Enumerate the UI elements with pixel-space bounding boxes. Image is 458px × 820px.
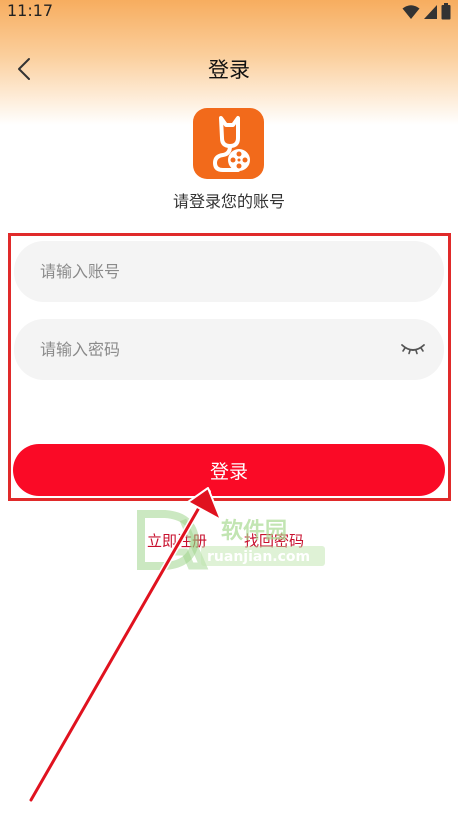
signal-icon bbox=[424, 4, 437, 19]
login-button-label: 登录 bbox=[209, 460, 248, 483]
status-time: 11:17 bbox=[7, 1, 54, 20]
eye-closed-icon bbox=[401, 344, 425, 355]
account-input[interactable] bbox=[38, 261, 382, 282]
watermark-brand: 软件园 bbox=[221, 518, 287, 544]
watermark-domain: ruanjian.com bbox=[207, 549, 310, 565]
account-field[interactable] bbox=[14, 241, 444, 302]
wifi-icon bbox=[402, 4, 420, 19]
battery-icon bbox=[441, 3, 451, 20]
status-bar: 11:17 bbox=[0, 0, 458, 24]
login-button[interactable]: 登录 bbox=[13, 444, 445, 496]
watermark-logo-icon: ruanjian.com 软件园 bbox=[137, 510, 325, 570]
navigation-header: 登录 bbox=[0, 44, 458, 94]
watermark: ruanjian.com 软件园 bbox=[135, 510, 335, 576]
app-logo-icon bbox=[193, 108, 264, 179]
password-field[interactable] bbox=[14, 319, 444, 380]
password-visibility-toggle[interactable] bbox=[400, 339, 426, 359]
login-subtitle: 请登录您的账号 bbox=[172, 192, 285, 211]
app-logo bbox=[193, 108, 264, 179]
status-icons bbox=[402, 3, 451, 20]
password-input[interactable] bbox=[38, 339, 382, 360]
page-title: 登录 bbox=[208, 58, 250, 82]
